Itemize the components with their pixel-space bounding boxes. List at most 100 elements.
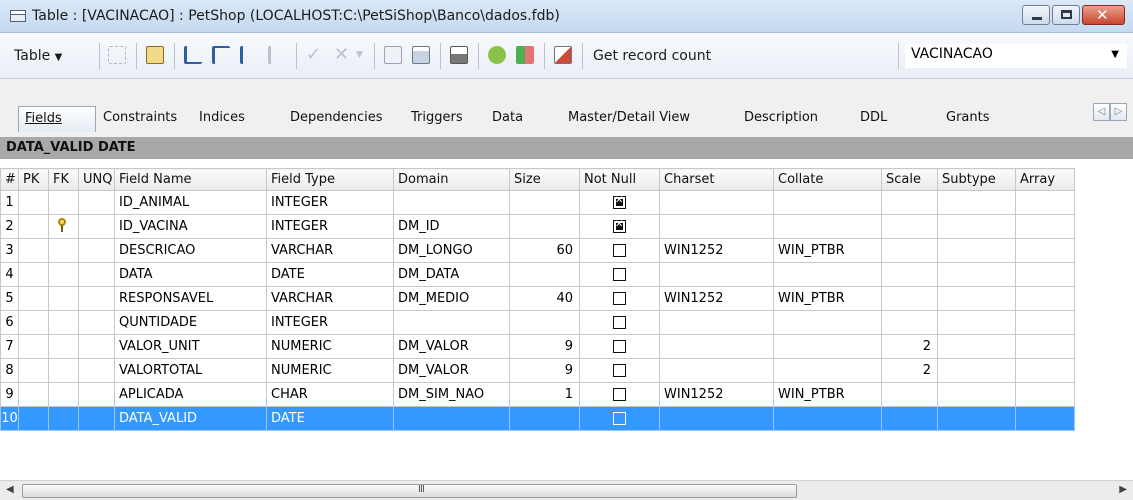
pk-cell[interactable]	[18, 358, 49, 383]
pk-cell[interactable]	[18, 334, 49, 359]
field-name-cell[interactable]: DATA	[114, 262, 267, 287]
add-field-icon[interactable]	[184, 46, 202, 64]
move-field-up-icon[interactable]	[240, 46, 258, 64]
domain-cell[interactable]	[393, 190, 510, 215]
domain-cell[interactable]	[393, 406, 510, 431]
row-number[interactable]: 2	[0, 214, 19, 239]
fk-cell[interactable]	[48, 310, 79, 335]
tab-ddl[interactable]: DDL	[860, 110, 887, 125]
charset-cell[interactable]	[659, 214, 774, 239]
charset-cell[interactable]	[659, 358, 774, 383]
array-cell[interactable]	[1015, 190, 1075, 215]
subtype-cell[interactable]	[937, 310, 1016, 335]
domain-cell[interactable]: DM_SIM_NAO	[393, 382, 510, 407]
tab-scroll-left-icon[interactable]: ◁	[1093, 103, 1110, 121]
tab-indices[interactable]: Indices	[199, 110, 245, 125]
field-name-cell[interactable]: VALOR_UNIT	[114, 334, 267, 359]
table-row[interactable]: 10 DATA_VALID DATE	[0, 406, 1075, 431]
column-header[interactable]: Array	[1015, 168, 1075, 191]
not-null-checkbox[interactable]	[613, 412, 626, 425]
table-row[interactable]: 3 DESCRICAO VARCHAR DM_LONGO 60 WIN1252 WIN_PT…	[0, 238, 1075, 263]
pk-cell[interactable]	[18, 214, 49, 239]
size-cell[interactable]: 9	[509, 334, 580, 359]
not-null-checkbox[interactable]	[613, 364, 626, 377]
pk-cell[interactable]	[18, 190, 49, 215]
not-null-checkbox[interactable]	[613, 268, 626, 281]
array-cell[interactable]	[1015, 358, 1075, 383]
tab-grants[interactable]: Grants	[946, 110, 990, 125]
table-row[interactable]: 9 APLICADA CHAR DM_SIM_NAO 1 WIN1252 WIN_PTBR	[0, 382, 1075, 407]
horizontal-scrollbar[interactable]: ◀ Ⅲ ▶	[0, 480, 1133, 500]
fields-grid[interactable]: # PK FK UNQ Field Name Field Type Domain…	[0, 159, 1133, 458]
field-type-cell[interactable]: INTEGER	[266, 214, 394, 239]
not-null-cell[interactable]	[579, 358, 660, 383]
field-type-cell[interactable]: INTEGER	[266, 310, 394, 335]
field-type-cell[interactable]: VARCHAR	[266, 238, 394, 263]
scale-cell[interactable]	[881, 310, 938, 335]
unq-cell[interactable]	[78, 382, 115, 407]
scrollbar-thumb[interactable]: Ⅲ	[22, 484, 797, 498]
column-header[interactable]: #	[0, 168, 19, 191]
field-name-cell[interactable]: RESPONSAVEL	[114, 286, 267, 311]
scale-cell[interactable]	[881, 382, 938, 407]
collate-cell[interactable]: WIN_PTBR	[773, 238, 882, 263]
collate-cell[interactable]: WIN_PTBR	[773, 382, 882, 407]
edit-table-icon[interactable]	[146, 46, 164, 64]
array-cell[interactable]	[1015, 334, 1075, 359]
domain-cell[interactable]: DM_DATA	[393, 262, 510, 287]
row-number[interactable]: 10	[0, 406, 19, 431]
settings-icon[interactable]	[488, 46, 506, 64]
array-cell[interactable]	[1015, 214, 1075, 239]
field-type-cell[interactable]: DATE	[266, 406, 394, 431]
not-null-cell[interactable]	[579, 238, 660, 263]
field-type-cell[interactable]: VARCHAR	[266, 286, 394, 311]
row-number[interactable]: 8	[0, 358, 19, 383]
size-cell[interactable]	[509, 262, 580, 287]
domain-cell[interactable]: DM_LONGO	[393, 238, 510, 263]
pk-cell[interactable]	[18, 238, 49, 263]
field-type-cell[interactable]: INTEGER	[266, 190, 394, 215]
subtype-cell[interactable]	[937, 334, 1016, 359]
not-null-checkbox[interactable]	[613, 219, 626, 233]
insert-field-icon[interactable]	[212, 46, 230, 64]
size-cell[interactable]: 40	[509, 286, 580, 311]
row-number[interactable]: 1	[0, 190, 19, 215]
not-null-cell[interactable]	[579, 190, 660, 215]
collate-cell[interactable]	[773, 406, 882, 431]
scale-cell[interactable]	[881, 286, 938, 311]
column-header[interactable]: Field Type	[266, 168, 394, 191]
size-cell[interactable]	[509, 190, 580, 215]
unq-cell[interactable]	[78, 358, 115, 383]
column-header[interactable]: Field Name	[114, 168, 267, 191]
unq-cell[interactable]	[78, 262, 115, 287]
not-null-cell[interactable]	[579, 262, 660, 287]
pk-cell[interactable]	[18, 406, 49, 431]
not-null-checkbox[interactable]	[613, 340, 626, 353]
pk-cell[interactable]	[18, 382, 49, 407]
subtype-cell[interactable]	[937, 358, 1016, 383]
not-null-checkbox[interactable]	[613, 292, 626, 305]
scroll-right-icon[interactable]: ▶	[1119, 484, 1127, 495]
charset-cell[interactable]: WIN1252	[659, 238, 774, 263]
compile-icon[interactable]	[108, 46, 126, 64]
table-row[interactable]: 2 ID_VACINA INTEGER DM_ID	[0, 214, 1075, 239]
unq-cell[interactable]	[78, 238, 115, 263]
not-null-cell[interactable]	[579, 406, 660, 431]
charset-cell[interactable]: WIN1252	[659, 286, 774, 311]
column-header[interactable]: Not Null	[579, 168, 660, 191]
unq-cell[interactable]	[78, 286, 115, 311]
charset-cell[interactable]: WIN1252	[659, 382, 774, 407]
not-null-cell[interactable]	[579, 310, 660, 335]
pk-cell[interactable]	[18, 262, 49, 287]
domain-cell[interactable]	[393, 310, 510, 335]
fk-cell[interactable]	[48, 382, 79, 407]
size-cell[interactable]	[509, 310, 580, 335]
tab-data[interactable]: Data	[492, 110, 523, 125]
fk-cell[interactable]	[48, 190, 79, 215]
scale-cell[interactable]	[881, 190, 938, 215]
field-type-cell[interactable]: CHAR	[266, 382, 394, 407]
tab-scroll-right-icon[interactable]: ▷	[1110, 103, 1127, 121]
field-name-cell[interactable]: DATA_VALID	[114, 406, 267, 431]
subtype-cell[interactable]	[937, 262, 1016, 287]
column-header[interactable]: Size	[509, 168, 580, 191]
